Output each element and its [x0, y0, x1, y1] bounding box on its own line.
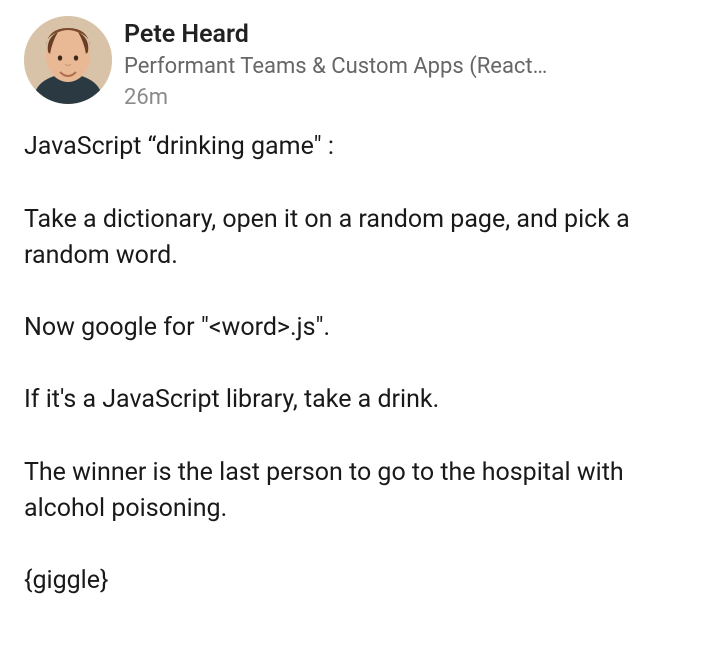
post-body: JavaScript “drinking game" : Take a dict…: [24, 129, 692, 599]
author-name[interactable]: Pete Heard: [124, 18, 547, 52]
avatar-image: [24, 16, 112, 104]
post-header: Pete Heard Performant Teams & Custom App…: [24, 16, 692, 113]
post-paragraph: The winner is the last person to go to t…: [24, 455, 692, 528]
post-paragraph: If it's a JavaScript library, take a dri…: [24, 382, 692, 418]
post-paragraph: Take a dictionary, open it on a random p…: [24, 202, 692, 275]
post-header-text: Pete Heard Performant Teams & Custom App…: [124, 16, 547, 113]
author-headline: Performant Teams & Custom Apps (React…: [124, 52, 547, 83]
post-paragraph: {giggle}: [24, 563, 692, 599]
post-timestamp: 26m: [124, 83, 547, 114]
social-post: Pete Heard Performant Teams & Custom App…: [24, 16, 692, 599]
avatar[interactable]: [24, 16, 112, 104]
post-paragraph: JavaScript “drinking game" :: [24, 129, 692, 165]
post-paragraph: Now google for "<word>.js".: [24, 310, 692, 346]
